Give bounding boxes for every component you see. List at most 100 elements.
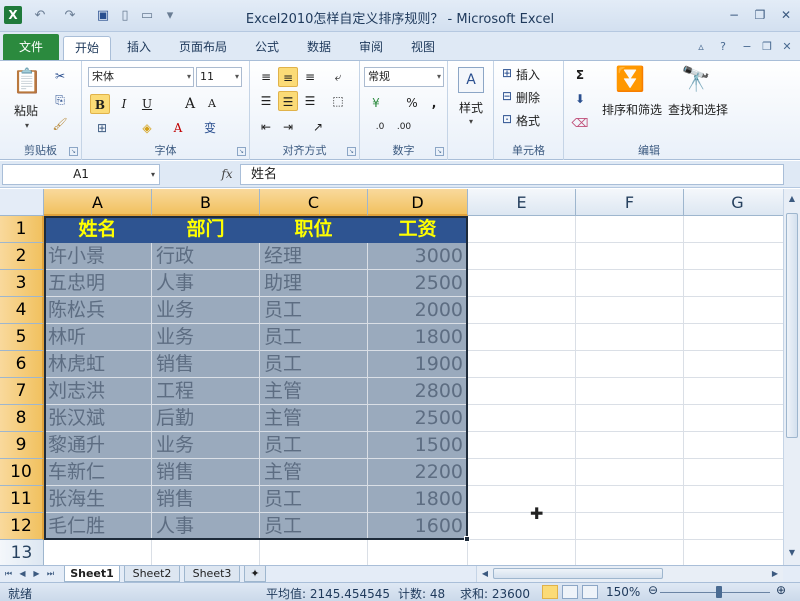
data-cell[interactable]: 陈松兵 [44,297,152,324]
copy-icon[interactable]: ⎘ [52,93,68,108]
empty-cell[interactable] [468,297,576,324]
row-header-10[interactable]: 10 [0,459,44,486]
data-cell[interactable]: 车新仁 [44,459,152,486]
data-cell[interactable]: 张汉斌 [44,405,152,432]
column-header-b[interactable]: B [152,189,260,216]
column-header-a[interactable]: A [44,189,152,216]
horizontal-scroll-thumb[interactable] [493,568,663,579]
percent-button[interactable]: % [402,93,422,113]
empty-cell[interactable] [684,378,783,405]
first-sheet-icon[interactable]: ⏮ [2,566,15,582]
data-cell[interactable]: 后勤 [152,405,260,432]
data-cell[interactable]: 经理 [260,243,368,270]
empty-cell[interactable] [576,540,684,565]
autosum-icon[interactable]: Σ [570,65,590,85]
last-sheet-icon[interactable]: ⏭ [44,566,57,582]
data-cell[interactable]: 助理 [260,270,368,297]
minimize-button[interactable]: − [720,5,748,25]
row-header-4[interactable]: 4 [0,297,44,324]
doc-close-icon[interactable]: ✕ [780,40,794,54]
data-cell[interactable]: 员工 [260,324,368,351]
row-header-7[interactable]: 7 [0,378,44,405]
row-header-8[interactable]: 8 [0,405,44,432]
fill-handle[interactable] [464,536,470,542]
empty-cell[interactable] [468,243,576,270]
restore-button[interactable]: ❐ [746,5,774,25]
data-cell[interactable]: 1600 [368,513,468,540]
empty-cell[interactable] [684,432,783,459]
data-cell[interactable]: 刘志洪 [44,378,152,405]
column-header-g[interactable]: G [684,189,783,216]
data-cell[interactable]: 业务 [152,324,260,351]
cut-icon[interactable]: ✂ [52,69,68,83]
zoom-in-icon[interactable]: ⊕ [776,583,786,597]
select-all-button[interactable] [0,189,44,216]
data-cell[interactable]: 员工 [260,351,368,378]
fill-icon[interactable]: ⬇ [570,89,590,109]
data-cell[interactable]: 员工 [260,432,368,459]
delete-cells-icon[interactable]: ⊟ [500,89,514,103]
empty-cell[interactable] [684,324,783,351]
empty-cell[interactable] [576,324,684,351]
data-cell[interactable]: 2500 [368,270,468,297]
styles-dropdown-icon[interactable]: ▾ [466,117,476,126]
wrap-text-icon[interactable]: ⤶ [328,67,348,87]
decrease-decimal-icon[interactable]: .00 [394,117,414,137]
data-cell[interactable]: 主管 [260,405,368,432]
empty-cell[interactable] [468,540,576,565]
data-cell[interactable]: 员工 [260,297,368,324]
phonetic-button[interactable]: 变 [200,118,220,138]
empty-cell[interactable] [576,432,684,459]
styles-button[interactable]: 样式 [448,99,494,116]
scroll-left-icon[interactable]: ◀ [477,566,493,582]
font-name-select[interactable]: 宋体 ▾ [88,67,194,87]
styles-icon[interactable]: A [458,67,484,93]
number-launcher-icon[interactable]: ↘ [435,147,444,156]
insert-cells-button[interactable]: 插入 [516,66,540,83]
vertical-scrollbar[interactable]: ▲ ▼ [783,189,800,565]
data-cell[interactable]: 人事 [152,270,260,297]
minimize-ribbon-icon[interactable]: ▵ [694,40,708,54]
empty-cell[interactable] [576,405,684,432]
row-header-13[interactable]: 13 [0,540,44,565]
data-cell[interactable]: 2200 [368,459,468,486]
column-header-c[interactable]: C [260,189,368,216]
tab-formulas[interactable]: 公式 [245,36,289,60]
data-cell[interactable]: 1800 [368,486,468,513]
empty-cell[interactable] [368,540,468,565]
header-cell[interactable]: 部门 [152,216,260,243]
empty-cell[interactable] [468,486,576,513]
row-header-12[interactable]: 12 [0,513,44,540]
empty-cell[interactable] [684,297,783,324]
empty-cell[interactable] [576,486,684,513]
scroll-right-icon[interactable]: ▶ [767,566,783,582]
normal-view-button[interactable] [542,585,558,599]
data-cell[interactable]: 销售 [152,351,260,378]
empty-cell[interactable] [468,378,576,405]
help-icon[interactable]: ? [716,40,730,54]
zoom-slider-knob[interactable] [716,586,722,598]
empty-cell[interactable] [684,513,783,540]
data-cell[interactable]: 1900 [368,351,468,378]
merge-center-icon[interactable]: ⬚ [328,91,348,111]
next-sheet-icon[interactable]: ▶ [30,566,43,582]
data-cell[interactable]: 业务 [152,297,260,324]
data-cell[interactable]: 1500 [368,432,468,459]
empty-cell[interactable] [468,216,576,243]
data-cell[interactable]: 人事 [152,513,260,540]
row-header-3[interactable]: 3 [0,270,44,297]
align-left-icon[interactable]: ☰ [256,91,276,111]
empty-cell[interactable] [468,324,576,351]
empty-cell[interactable] [260,540,368,565]
header-cell[interactable]: 姓名 [44,216,152,243]
empty-cell[interactable] [468,351,576,378]
name-box[interactable]: A1 ▾ [2,164,160,185]
row-header-2[interactable]: 2 [0,243,44,270]
insert-function-button[interactable]: fx [216,164,238,185]
paste-button[interactable]: 粘贴 [6,102,46,119]
empty-cell[interactable] [576,216,684,243]
formula-input[interactable]: 姓名 [240,164,784,185]
sort-filter-button[interactable]: 排序和筛选 [600,101,664,118]
empty-cell[interactable] [684,459,783,486]
format-cells-icon[interactable]: ⊡ [500,112,514,126]
